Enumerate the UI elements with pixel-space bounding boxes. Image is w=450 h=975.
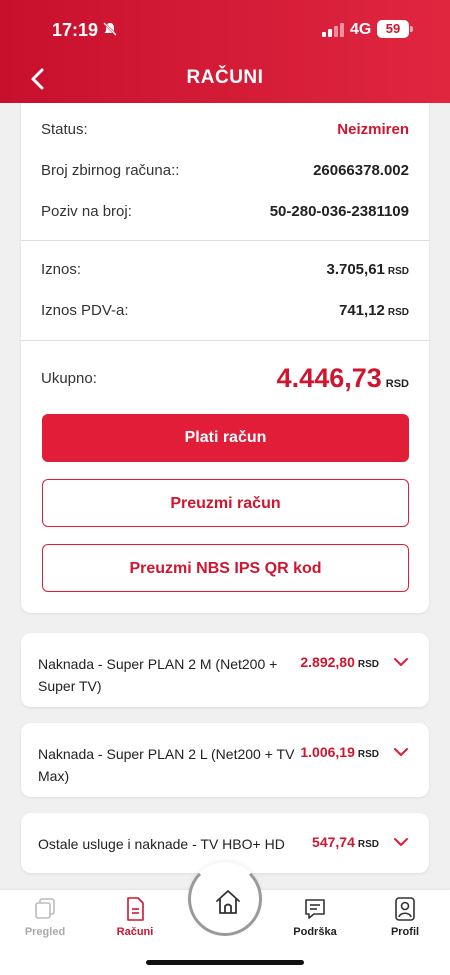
currency-label: RSD <box>357 749 379 760</box>
amount-label: Iznos: <box>41 261 82 278</box>
pay-bill-button[interactable]: Plati račun <box>42 414 409 462</box>
chevron-down-icon[interactable] <box>393 657 409 667</box>
currency-label: RSD <box>387 266 409 277</box>
chevron-down-icon[interactable] <box>393 837 409 847</box>
home-indicator <box>146 960 304 965</box>
bill-number-row: Broj zbirnog računa:: 26066378.002 <box>41 162 409 179</box>
divider <box>21 240 429 241</box>
status-row: Status: Neizmiren <box>41 121 409 138</box>
total-value: 4.446,73 <box>276 363 382 393</box>
status-bar: 17:19 4G 59 <box>0 16 450 46</box>
home-icon <box>216 890 240 914</box>
tab-profile-label: Profil <box>390 926 420 938</box>
bill-number-label: Broj zbirnog računa:: <box>41 162 180 179</box>
app-header: 17:19 4G 59 RAČUNI <box>0 0 450 103</box>
download-bill-button[interactable]: Preuzmi račun <box>42 479 409 527</box>
clock: 17:19 <box>52 20 99 40</box>
overview-icon <box>35 898 55 919</box>
vat-row: Iznos PDV-a: 741,12 RSD <box>41 302 409 319</box>
vat-label: Iznos PDV-a: <box>41 302 129 319</box>
item-title: Naknada - Super PLAN 2 L (Net200 + TV Ma… <box>38 746 295 784</box>
status-label: Status: <box>41 121 88 138</box>
divider <box>21 340 429 341</box>
reference-row: Poziv na broj: 50-280-036-2381109 <box>41 203 409 220</box>
currency-label: RSD <box>357 659 379 670</box>
download-qr-button[interactable]: Preuzmi NBS IPS QR kod <box>42 544 409 592</box>
item-price: 2.892,80 <box>300 654 355 670</box>
home-button[interactable] <box>188 862 262 936</box>
tab-bills-label: Računi <box>116 926 154 938</box>
currency-label: RSD <box>357 839 379 850</box>
vat-value: 741,12 <box>338 302 385 319</box>
network-type: 4G <box>350 21 372 38</box>
bell-muted-icon <box>102 21 118 41</box>
amount-value: 3.705,61 <box>326 261 385 278</box>
item-title: Naknada - Super PLAN 2 M (Net200 + Super… <box>38 656 278 694</box>
item-title: Ostale usluge i naknade - TV HBO+ HD <box>38 836 285 852</box>
page-title: RAČUNI <box>186 67 264 88</box>
currency-label: RSD <box>385 378 409 390</box>
list-item[interactable]: Naknada - Super PLAN 2 M (Net200 + Super… <box>21 633 429 707</box>
reference-value: 50-280-036-2381109 <box>269 203 409 220</box>
document-icon <box>127 897 144 921</box>
reference-label: Poziv na broj: <box>41 203 132 220</box>
battery-icon: 59 <box>377 20 409 38</box>
profile-icon <box>395 897 415 921</box>
list-item[interactable]: Naknada - Super PLAN 2 L (Net200 + TV Ma… <box>21 723 429 797</box>
chat-icon <box>305 899 325 919</box>
total-label: Ukupno: <box>41 370 97 387</box>
battery-tip <box>410 26 413 32</box>
item-price: 547,74 <box>312 834 355 850</box>
tab-support[interactable]: Podrška <box>280 896 350 938</box>
bill-number-value: 26066378.002 <box>313 162 409 179</box>
chevron-down-icon[interactable] <box>393 747 409 757</box>
total-row: Ukupno: 4.446,73 RSD <box>41 363 409 394</box>
tab-bills[interactable]: Računi <box>100 896 170 938</box>
amount-row: Iznos: 3.705,61 RSD <box>41 261 409 278</box>
currency-label: RSD <box>387 307 409 318</box>
status-value: Neizmiren <box>337 121 409 138</box>
tab-overview[interactable]: Pregled <box>10 896 80 938</box>
bill-details-card: Status: Neizmiren Broj zbirnog računa:: … <box>21 103 429 613</box>
item-price: 1.006,19 <box>300 744 355 760</box>
tab-support-label: Podrška <box>293 926 337 938</box>
signal-icon <box>322 23 344 37</box>
tab-profile[interactable]: Profil <box>370 896 440 938</box>
tab-overview-label: Pregled <box>24 926 66 938</box>
